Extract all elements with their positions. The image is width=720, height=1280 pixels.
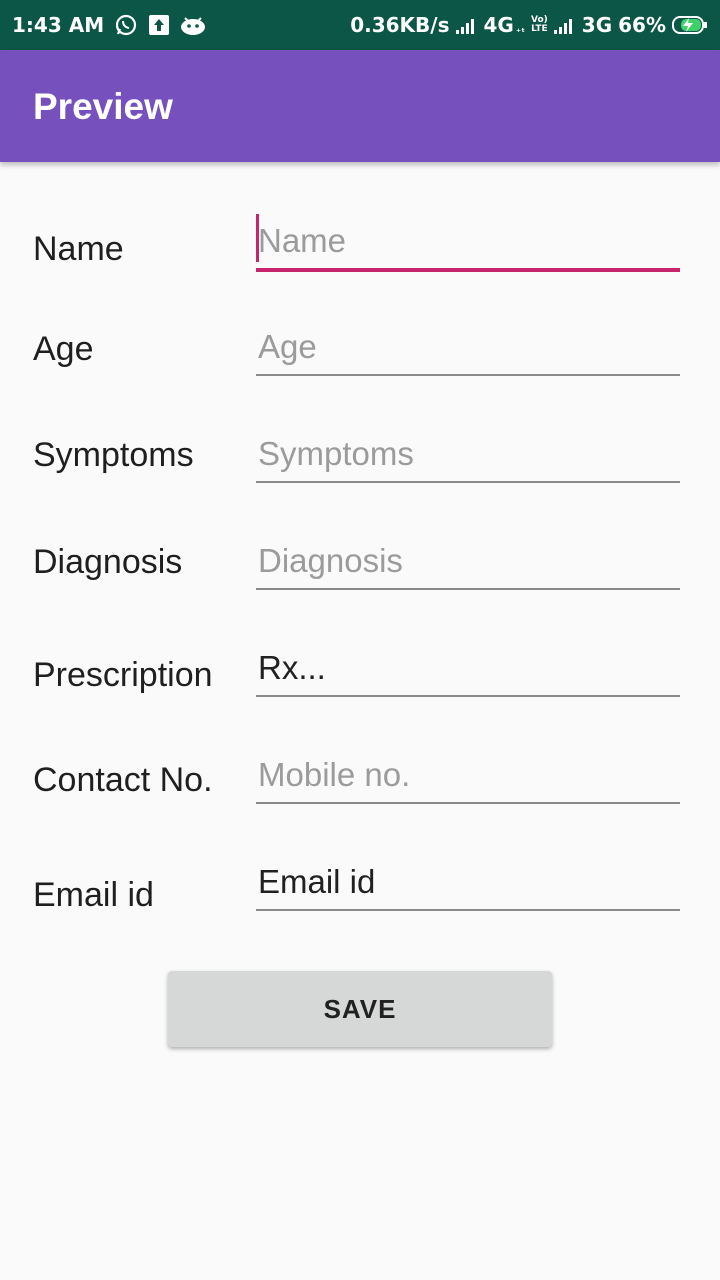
contact-label: Contact No. (33, 761, 213, 799)
battery-charging-icon (672, 15, 708, 35)
status-time: 1:43 AM (12, 13, 105, 37)
email-input[interactable]: Email id (256, 855, 680, 911)
prescription-input[interactable]: Rx... (256, 641, 680, 697)
diagnosis-label: Diagnosis (33, 543, 183, 581)
net-4g: 4G (483, 13, 514, 37)
volte-badge: Vo) LTE (531, 16, 548, 34)
email-value: Email id (258, 863, 376, 900)
email-row: Email id Email id (0, 834, 720, 934)
signal-icon (455, 16, 478, 34)
prescription-label: Prescription (33, 656, 213, 694)
app-bar: Preview (0, 50, 720, 162)
android-icon (180, 15, 206, 35)
text-cursor (256, 214, 259, 262)
contact-row: Contact No. Mobile no. (0, 727, 720, 827)
status-bar: 1:43 AM 0.36KB/s 4G ₊ₜ Vo) LTE 3G 66% (0, 0, 720, 50)
symptoms-placeholder: Symptoms (258, 435, 414, 472)
email-label: Email id (33, 876, 154, 914)
name-label: Name (33, 230, 124, 268)
upload-icon (148, 14, 170, 36)
name-input[interactable]: Name (256, 214, 680, 272)
volte-bottom: LTE (531, 24, 548, 34)
prescription-value: Rx... (258, 649, 326, 686)
age-placeholder: Age (258, 328, 317, 365)
diagnosis-row: Diagnosis Diagnosis (0, 513, 720, 613)
signal-icon (553, 16, 576, 34)
whatsapp-icon (114, 13, 138, 37)
net-speed: 0.36KB/s (350, 13, 450, 37)
diagnosis-input[interactable]: Diagnosis (256, 534, 680, 590)
prescription-row: Prescription Rx... (0, 620, 720, 720)
net-3g: 3G (581, 13, 613, 37)
symptoms-row: Symptoms Symptoms (0, 406, 720, 506)
save-button[interactable]: SAVE (168, 971, 552, 1047)
diagnosis-placeholder: Diagnosis (258, 542, 403, 579)
age-row: Age Age (0, 300, 720, 400)
battery-percent: 66% (618, 13, 666, 37)
age-label: Age (33, 330, 94, 368)
page-title: Preview (33, 86, 173, 127)
name-placeholder: Name (258, 222, 347, 259)
symptoms-label: Symptoms (33, 436, 194, 474)
name-row: Name Name (0, 200, 720, 300)
contact-input[interactable]: Mobile no. (256, 748, 680, 804)
contact-placeholder: Mobile no. (258, 756, 411, 793)
net-4g-sub: ₊ₜ (515, 23, 525, 35)
age-input[interactable]: Age (256, 320, 680, 376)
symptoms-input[interactable]: Symptoms (256, 427, 680, 483)
